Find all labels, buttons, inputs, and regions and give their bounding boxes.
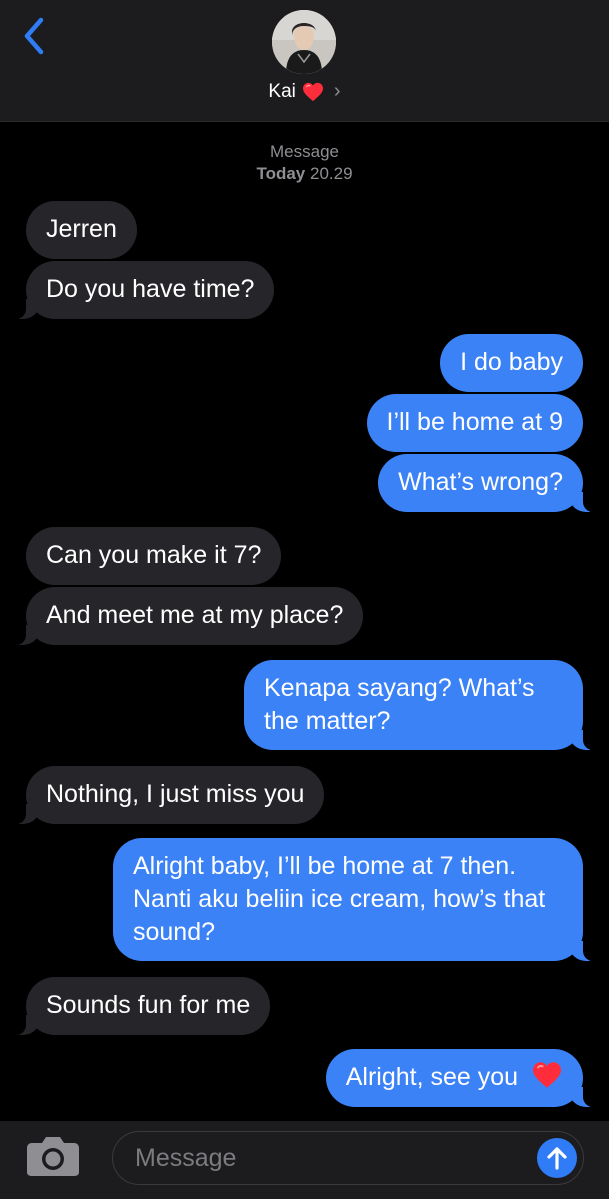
incoming-message[interactable]: Nothing, I just miss you <box>0 766 325 824</box>
message-text: What’s wrong? <box>398 468 563 496</box>
red-heart-icon <box>302 82 324 102</box>
profile-photo <box>272 10 336 74</box>
message-text: Kenapa sayang? What’s the matter? <box>264 674 535 735</box>
back-button[interactable] <box>14 14 54 58</box>
camera-icon <box>27 1137 79 1176</box>
outgoing-message[interactable]: I do baby <box>440 334 583 392</box>
conversation-header: Kai › <box>0 0 609 122</box>
red-heart-icon <box>531 1061 563 1098</box>
arrow-up-icon <box>547 1147 567 1170</box>
message-composer: Message <box>0 1121 609 1199</box>
message-text: Do you have time? <box>46 275 255 303</box>
outgoing-message[interactable]: Alright, see you <box>325 1049 609 1107</box>
thread-service-label: Message <box>270 142 339 161</box>
incoming-message[interactable]: Jerren <box>26 201 137 259</box>
thread-timestamp: Message Today 20.29 <box>0 141 609 185</box>
message-input[interactable]: Message <box>112 1131 584 1185</box>
camera-button[interactable] <box>26 1135 80 1177</box>
thread-time: 20.29 <box>310 164 353 183</box>
contact-name-button[interactable]: Kai › <box>0 80 609 103</box>
message-text: I’ll be home at 9 <box>386 408 564 436</box>
incoming-message[interactable]: Can you make it 7? <box>26 527 282 585</box>
message-text: I do baby <box>460 348 563 376</box>
message-input-placeholder: Message <box>135 1144 237 1172</box>
send-button[interactable] <box>537 1138 577 1178</box>
message-text: Jerren <box>46 215 117 243</box>
outgoing-message[interactable]: Kenapa sayang? What’s the matter? <box>244 660 609 750</box>
chevron-right-icon: › <box>333 80 341 102</box>
incoming-message[interactable]: Do you have time? <box>0 261 275 319</box>
thread-day: Today <box>256 164 306 183</box>
chevron-left-icon <box>24 17 44 55</box>
message-text: And meet me at my place? <box>46 601 344 629</box>
incoming-message[interactable]: Sounds fun for me <box>0 977 271 1035</box>
message-text: Can you make it 7? <box>46 541 262 569</box>
message-text: Nothing, I just miss you <box>46 780 305 808</box>
incoming-message[interactable]: And meet me at my place? <box>0 587 364 645</box>
message-text: Alright, see you <box>345 1063 519 1091</box>
outgoing-message[interactable]: I’ll be home at 9 <box>366 394 583 452</box>
avatar[interactable] <box>272 10 336 74</box>
message-text: Sounds fun for me <box>46 991 251 1019</box>
outgoing-message[interactable]: Alright baby, I’ll be home at 7 then. Na… <box>113 838 609 961</box>
message-text: Alright baby, I’ll be home at 7 then. Na… <box>133 852 546 946</box>
contact-name: Kai <box>268 80 296 102</box>
thread-date: Today 20.29 <box>0 163 609 185</box>
outgoing-message[interactable]: What’s wrong? <box>378 454 609 512</box>
